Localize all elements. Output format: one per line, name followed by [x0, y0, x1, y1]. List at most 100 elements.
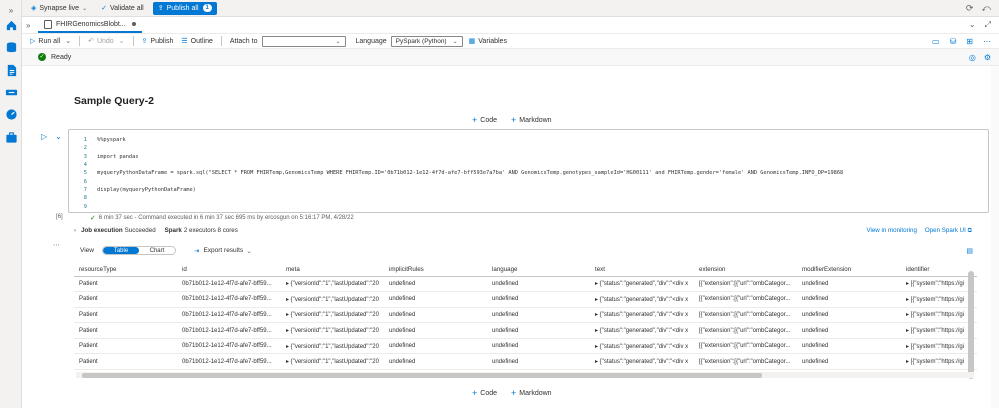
add-code-button[interactable]: + Code	[472, 115, 497, 125]
validate-all-button[interactable]: ✓ Validate all	[96, 2, 149, 15]
notebook-toolbar: ▷ Run all ⌄ ↶ Undo ⌄ ⇪ Publish ☰ Outline…	[22, 34, 999, 49]
more-icon[interactable]: ⋯	[983, 37, 991, 46]
add-markdown-button[interactable]: + Markdown	[511, 388, 552, 398]
code-editor[interactable]: 1 %%pyspark 2 3 import pandas 4 5 myqueryPy…	[69, 136, 988, 211]
attach-to-select[interactable]: ⌄	[261, 35, 346, 47]
data-icon[interactable]	[4, 40, 18, 54]
table-cell[interactable]: ▸ {"status":"generated","div":"<div x	[590, 276, 694, 293]
table-cell[interactable]: ▸ {"versionId":"1","lastUpdated":"20	[281, 291, 384, 308]
synapse-notebook-app: » ◈ Synapse live ⌄ ✓ Validate all ⇪ Publ…	[0, 0, 999, 408]
results-vertical-scrollbar[interactable]	[968, 271, 974, 379]
properties-icon[interactable]: ⊞	[966, 37, 973, 46]
column-header[interactable]: meta	[281, 263, 384, 277]
column-header[interactable]: modifierExtension	[797, 263, 901, 277]
left-nav-rail: »	[0, 0, 22, 408]
table-cell[interactable]: ▸ {"status":"generated","div":"<div x	[590, 307, 694, 324]
table-cell[interactable]: ▸ {"status":"generated","div":"<div x	[590, 353, 694, 371]
chart-view-toggle[interactable]: Chart	[139, 247, 175, 254]
table-cell: 0b71b012-1e12-4f7d-afe7-bff59...	[177, 276, 281, 293]
view-in-monitoring-link[interactable]: View in monitoring	[866, 227, 916, 235]
publish-icon: ⇪	[141, 38, 148, 45]
settings-gear-icon[interactable]: ⚙	[984, 53, 991, 62]
publish-button[interactable]: ⇪ Publish	[141, 37, 174, 46]
undo-options-chevron-icon[interactable]: ⌄	[119, 37, 125, 45]
versions-icon[interactable]: ⛁	[950, 37, 957, 46]
expand-nav-icon[interactable]: »	[4, 3, 18, 17]
tab-dropdown-icon[interactable]: ⌄	[969, 20, 976, 30]
table-cell[interactable]: ▸ {"versionId":"1","lastUpdated":"20	[281, 322, 384, 339]
results-horizontal-scrollbar[interactable]	[82, 373, 762, 378]
integrate-icon[interactable]	[4, 85, 18, 99]
column-header[interactable]: resourceType	[74, 263, 177, 277]
table-cell[interactable]: ▸ {"versionId":"1","lastUpdated":"20	[281, 338, 384, 355]
add-markdown-button[interactable]: + Markdown	[511, 115, 552, 125]
monitor-icon[interactable]	[4, 107, 18, 121]
column-header[interactable]: language	[487, 263, 590, 277]
publish-all-button[interactable]: ⇪ Publish all 1	[152, 1, 217, 15]
table-cell[interactable]: ▸ [{"system":"https://gi	[901, 291, 977, 308]
column-header[interactable]: extension	[694, 263, 797, 277]
run-cell-icon[interactable]: ▷	[41, 132, 47, 141]
column-header[interactable]: identifier	[901, 263, 977, 277]
maximize-icon[interactable]: ⤢	[985, 20, 991, 30]
table-cell[interactable]: ▸ [{"system":"https://gi	[901, 353, 977, 371]
editor-tab-row: » FHIRGenomicsBlobt... ⌄ ⤢	[22, 17, 999, 34]
tab-notebook[interactable]: FHIRGenomicsBlobt...	[38, 17, 142, 33]
discard-icon[interactable]: ⤺	[981, 3, 991, 14]
spark-info: 2 executors 8 cores	[183, 227, 238, 234]
run-all-button[interactable]: ▷ Run all	[30, 37, 60, 46]
table-cell[interactable]: ▸ {"versionId":"1","lastUpdated":"20	[281, 307, 384, 324]
column-header[interactable]: implicitRules	[384, 263, 487, 277]
variables-icon: ▦	[468, 38, 476, 45]
add-code-label: Code	[480, 116, 497, 124]
job-execution-row[interactable]: › Job execution Succeeded Spark 2 execut…	[74, 227, 238, 234]
view-label: View	[80, 247, 94, 254]
language-select[interactable]: PySpark (Python) ⌄	[390, 35, 463, 47]
table-cell[interactable]: ▸ {"status":"generated","div":"<div x	[590, 291, 694, 308]
table-cell[interactable]: ▸ {"versionId":"1","lastUpdated":"20	[281, 353, 384, 371]
undo-button[interactable]: ↶ Undo	[88, 37, 114, 46]
table-cell[interactable]: ▸ {"versionId":"1","lastUpdated":"20	[281, 276, 384, 293]
variables-button[interactable]: ▦ Variables	[468, 37, 507, 46]
output-more-icon[interactable]: ⋯	[53, 241, 60, 249]
home-icon[interactable]	[4, 18, 18, 32]
refresh-icon[interactable]: ⟳	[966, 3, 974, 14]
code-cell[interactable]: 1 %%pyspark 2 3 import pandas 4 5 myqueryPy…	[68, 129, 989, 213]
expand-chevron-icon[interactable]: ›	[74, 227, 76, 234]
view-toggle[interactable]: Table Chart	[101, 246, 176, 255]
table-view-toggle[interactable]: Table	[102, 247, 139, 254]
results-view-row: View Table Chart ⇥ Export results ⌄	[80, 246, 252, 255]
collapse-panel-icon[interactable]: »	[26, 21, 36, 30]
code-line: 2	[83, 145, 87, 152]
code-line: 3 import pandas	[83, 153, 139, 160]
publish-label: Publish	[150, 37, 174, 45]
table-cell[interactable]: ▸ {"status":"generated","div":"<div x	[590, 338, 694, 355]
table-cell: Patient	[74, 338, 177, 355]
table-cell[interactable]: ▸ {"status":"generated","div":"<div x	[590, 322, 694, 339]
collapse-cell-chevron-icon[interactable]: ⌄	[55, 132, 62, 141]
open-spark-ui-link[interactable]: Open Spark UI ⧉	[925, 227, 972, 235]
table-cell[interactable]: ▸ [{"system":"https://gi	[901, 338, 977, 355]
run-options-chevron-icon[interactable]: ⌄	[65, 37, 71, 45]
column-header[interactable]: text	[590, 263, 694, 277]
toolbar-divider	[220, 36, 222, 46]
manage-icon[interactable]	[4, 130, 18, 144]
play-icon: ▷	[30, 38, 36, 45]
table-cell: 0b71b012-1e12-4f7d-afe7-bff59...	[177, 322, 281, 339]
table-row: Patient 0b71b012-1e12-4f7d-afe7-bff59... ▸…	[74, 353, 977, 371]
column-header[interactable]: id	[177, 263, 281, 277]
develop-icon[interactable]	[4, 63, 18, 77]
table-cell[interactable]: ▸ [{"system":"https://gi	[901, 276, 977, 293]
comments-icon[interactable]: ▭	[932, 37, 940, 46]
export-results-button[interactable]: ⇥ Export results ⌄	[194, 247, 252, 255]
synapse-live-dropdown[interactable]: ◈ Synapse live ⌄	[26, 2, 92, 15]
spark-session-icon[interactable]: ◎	[969, 53, 976, 62]
outline-button[interactable]: ☰ Outline	[181, 37, 212, 46]
table-cell[interactable]: ▸ [{"system":"https://gi	[901, 307, 977, 324]
add-code-button[interactable]: + Code	[472, 388, 497, 398]
undo-label: Undo	[96, 37, 114, 45]
table-cell[interactable]: ▸ [{"system":"https://gi	[901, 322, 977, 339]
column-settings-icon[interactable]: ▤	[966, 247, 973, 255]
page-scrollbar[interactable]	[991, 66, 999, 408]
code-line: 4	[83, 162, 87, 169]
